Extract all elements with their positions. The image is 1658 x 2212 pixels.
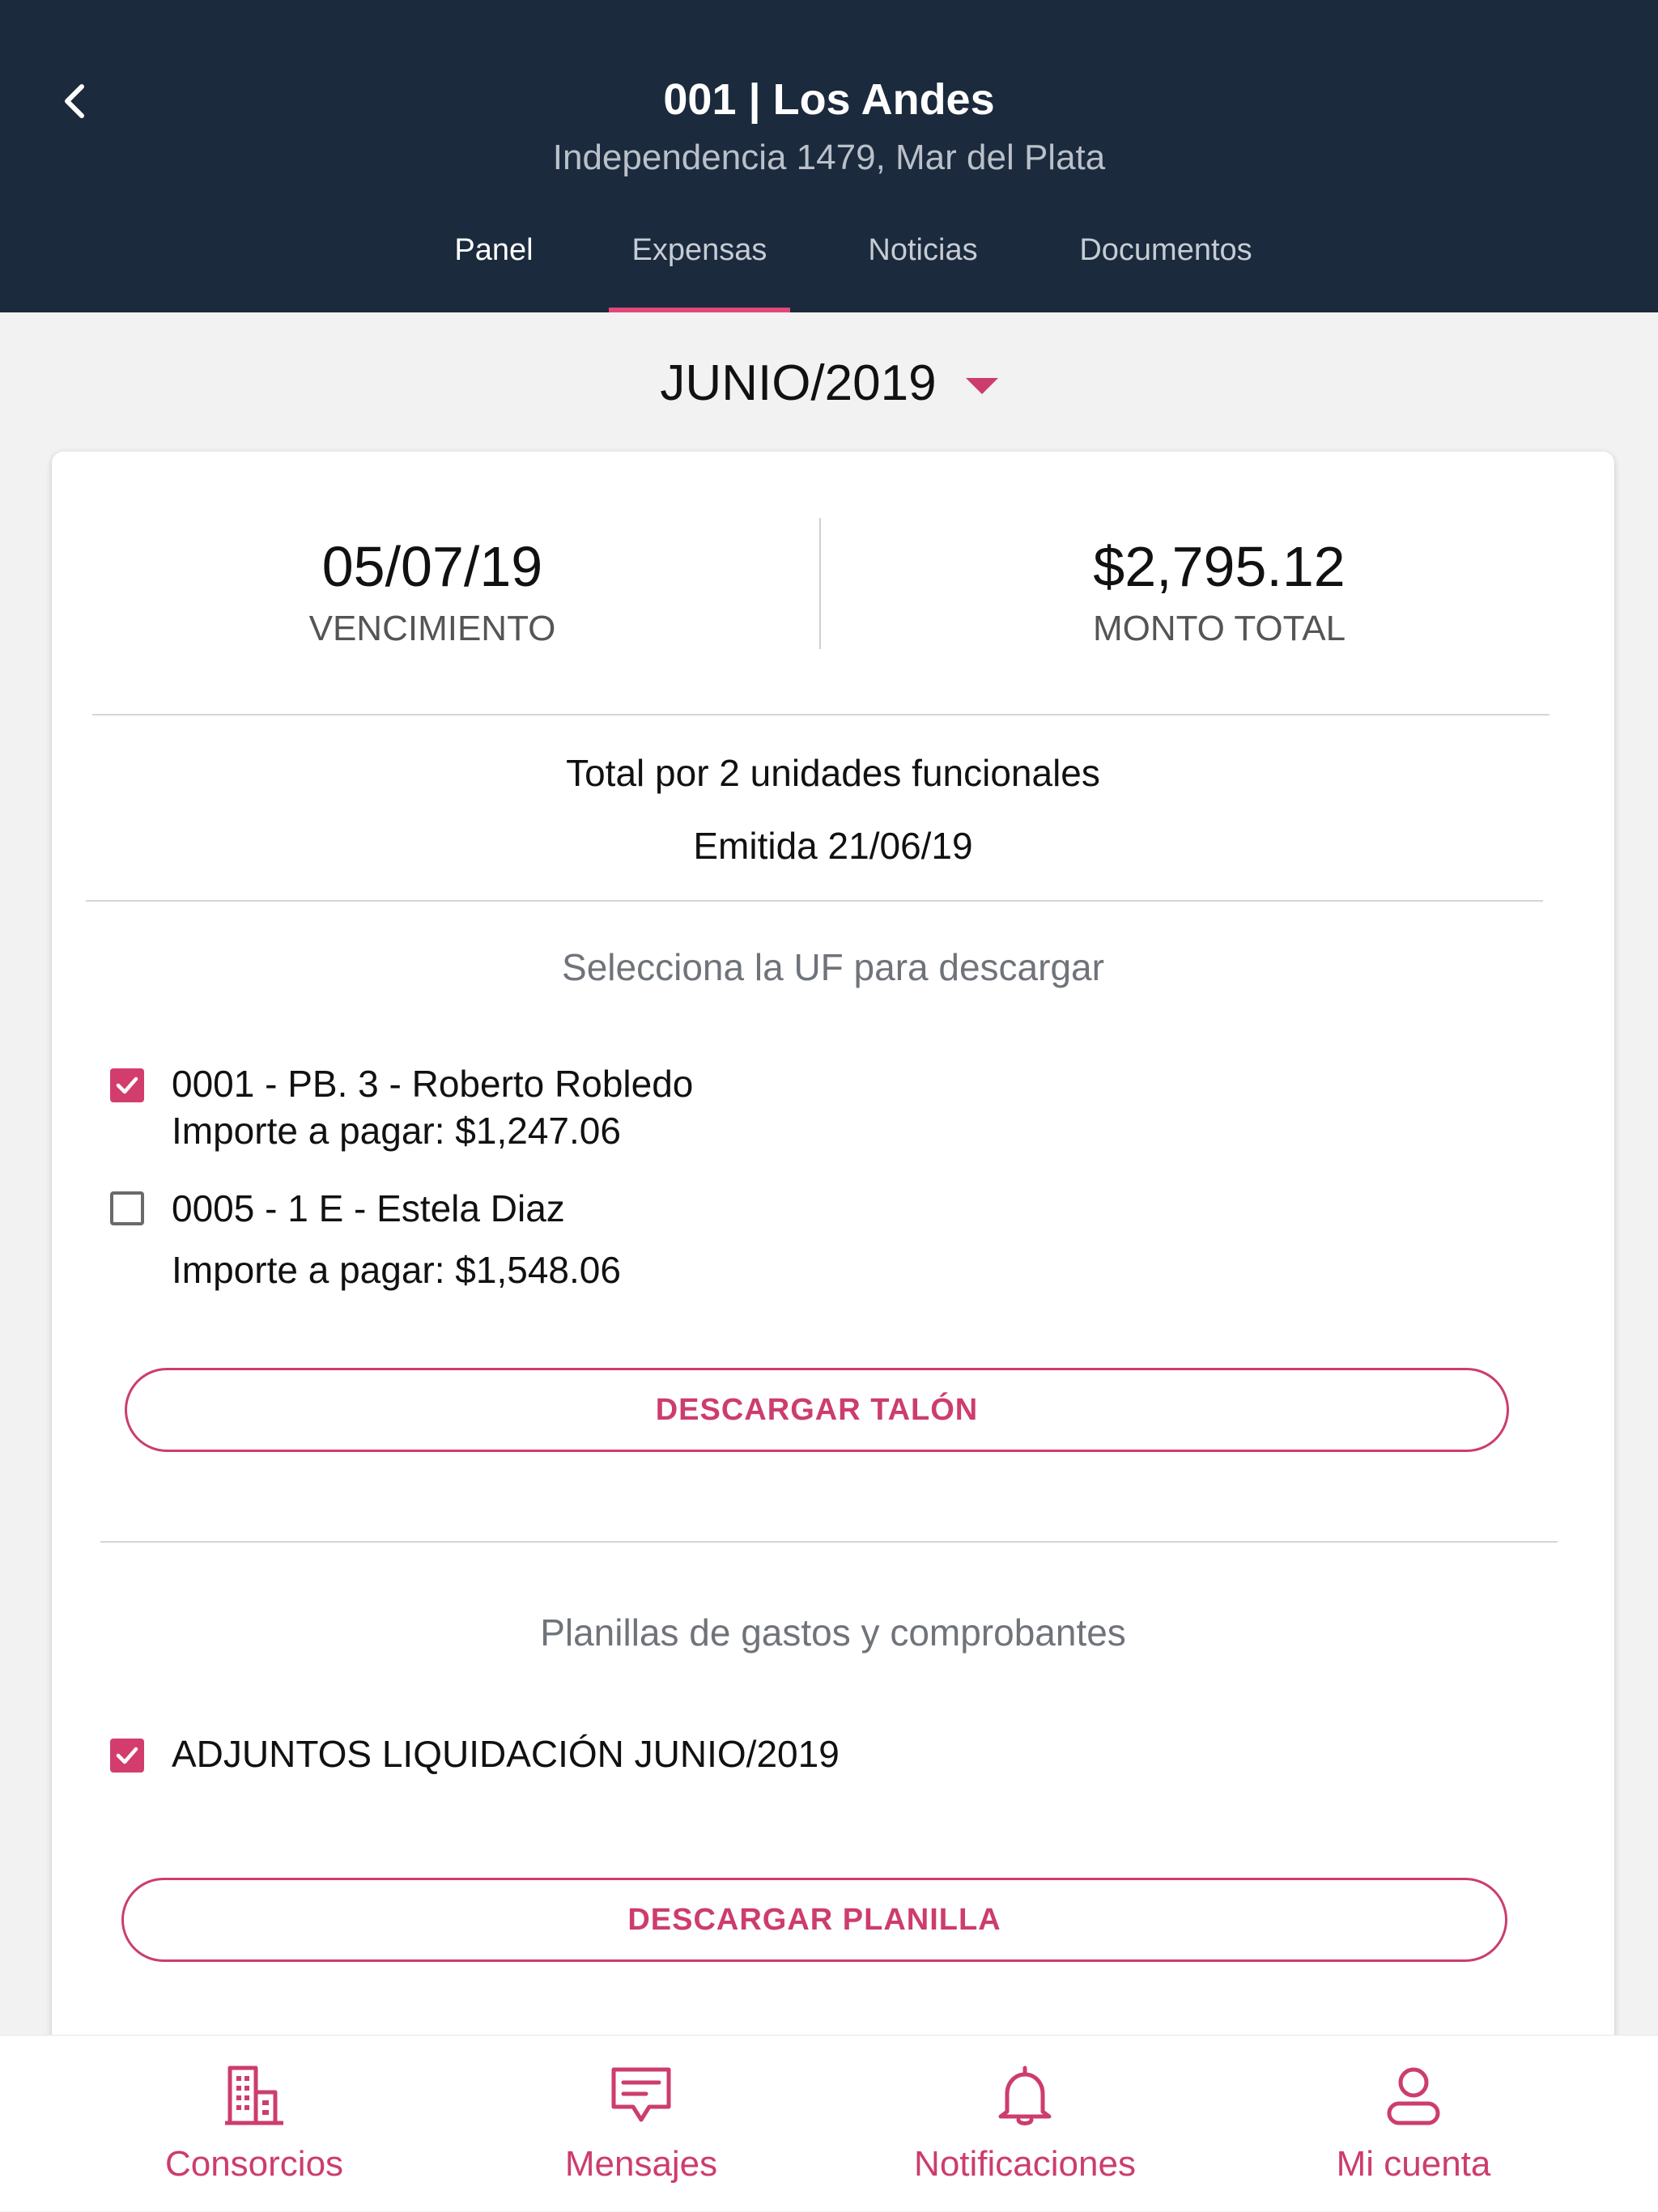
summary-divider	[819, 518, 821, 649]
nav-consorcios[interactable]: Consorcios	[47, 2036, 461, 2212]
adjuntos-item-name: ADJUNTOS LIQUIDACIÓN JUNIO/2019	[172, 1733, 840, 1775]
uf-section-title: Selecciona la UF para descargar	[562, 946, 1104, 988]
tab-expensas[interactable]: Expensas	[609, 233, 790, 268]
planillas-section-title: Planillas de gastos y comprobantes	[540, 1611, 1126, 1654]
adjuntos-checkbox[interactable]	[110, 1739, 144, 1773]
uf-item-name: 0001 - PB. 3 - Roberto Robledo	[172, 1063, 694, 1105]
divider	[86, 900, 1543, 902]
caret-down-icon	[965, 377, 998, 394]
uf-checkbox-0001[interactable]	[110, 1068, 144, 1102]
total-amount-value: $2,795.12	[1093, 535, 1346, 598]
nav-label: Mi cuenta	[1336, 2144, 1491, 2184]
tab-panel[interactable]: Panel	[437, 233, 551, 268]
period-dropdown[interactable]: JUNIO/2019	[660, 355, 998, 412]
page-title: 001 | Los Andes	[663, 75, 995, 124]
nav-label: Mensajes	[564, 2144, 718, 2184]
download-planilla-button[interactable]: DESCARGAR PLANILLA	[121, 1878, 1507, 1962]
nav-mensajes[interactable]: Mensajes	[434, 2036, 848, 2212]
period-value: JUNIO/2019	[660, 355, 937, 411]
uf-checkbox-0005[interactable]	[110, 1191, 144, 1225]
tab-noticias[interactable]: Noticias	[842, 233, 1004, 268]
checkmark-icon	[116, 1076, 138, 1094]
period-selector-row: JUNIO/2019	[0, 355, 1658, 412]
bottom-navigation: Consorcios Mensajes Notificaciones Mi cu…	[0, 2035, 1658, 2211]
tab-indicator	[609, 308, 790, 312]
uf-item-amount: Importe a pagar: $1,548.06	[172, 1249, 621, 1291]
download-talon-button[interactable]: DESCARGAR TALÓN	[125, 1368, 1509, 1452]
bell-icon	[998, 2066, 1052, 2125]
message-icon	[611, 2067, 671, 2122]
nav-mi-cuenta[interactable]: Mi cuenta	[1206, 2036, 1621, 2212]
divider	[92, 714, 1550, 715]
uf-item-amount: Importe a pagar: $1,247.06	[172, 1110, 621, 1152]
tab-documentos[interactable]: Documentos	[1061, 233, 1271, 268]
total-amount-label: MONTO TOTAL	[1092, 609, 1346, 648]
page-subtitle-address: Independencia 1479, Mar del Plata	[552, 138, 1106, 177]
user-icon	[1387, 2067, 1440, 2125]
divider	[100, 1541, 1558, 1543]
due-date-value: 05/07/19	[321, 535, 543, 598]
nav-label: Consorcios	[164, 2144, 344, 2184]
nav-notificaciones[interactable]: Notificaciones	[818, 2036, 1232, 2212]
issued-date-text: Emitida 21/06/19	[693, 825, 973, 867]
building-icon	[225, 2066, 283, 2125]
checkmark-icon	[116, 1747, 138, 1764]
due-date-label: VENCIMIENTO	[308, 609, 556, 648]
app-header: 001 | Los Andes Independencia 1479, Mar …	[0, 0, 1658, 312]
nav-label: Notificaciones	[914, 2144, 1136, 2184]
uf-item-name: 0005 - 1 E - Estela Diaz	[172, 1187, 565, 1229]
units-count-text: Total por 2 unidades funcionales	[566, 752, 1100, 794]
